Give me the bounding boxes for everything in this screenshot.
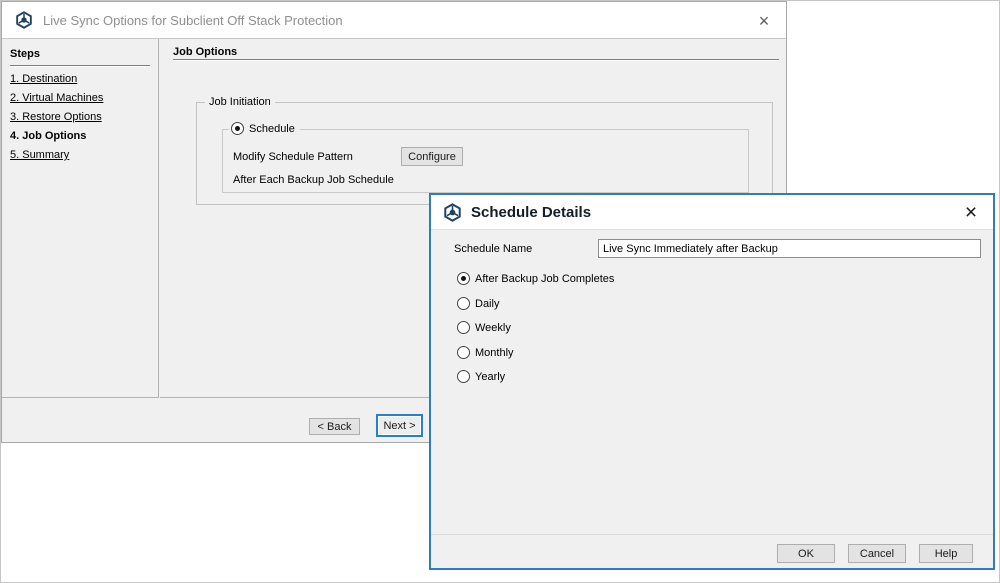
page-title: Job Options bbox=[173, 46, 238, 58]
footer-separator bbox=[431, 534, 993, 535]
schedule-details-titlebar: Schedule Details × bbox=[431, 195, 993, 230]
after-each-backup-schedule-label: After Each Backup Job Schedule bbox=[233, 174, 394, 186]
schedule-radio-option[interactable]: Schedule bbox=[229, 122, 300, 135]
radio-indicator bbox=[457, 346, 470, 359]
live-sync-close-button[interactable]: × bbox=[750, 9, 778, 32]
radio-daily[interactable]: Daily bbox=[457, 296, 499, 311]
sidebar-item-virtual-machines[interactable]: 2. Virtual Machines bbox=[10, 91, 150, 105]
steps-header-rule bbox=[10, 65, 150, 66]
configure-button[interactable]: Configure bbox=[401, 147, 463, 166]
schedule-details-footer: OK Cancel Help bbox=[777, 544, 973, 564]
schedule-details-close-button[interactable]: × bbox=[957, 201, 985, 224]
radio-monthly[interactable]: Monthly bbox=[457, 345, 514, 360]
ok-button[interactable]: OK bbox=[777, 544, 835, 563]
radio-yearly[interactable]: Yearly bbox=[457, 369, 505, 384]
help-button[interactable]: Help bbox=[919, 544, 973, 563]
job-initiation-groupbox: Job Initiation Schedule Modify Schedule … bbox=[196, 97, 773, 205]
next-button[interactable]: Next > bbox=[376, 414, 423, 437]
radio-label: Daily bbox=[475, 297, 500, 310]
radio-indicator bbox=[457, 321, 470, 334]
sidebar-item-restore-options[interactable]: 3. Restore Options bbox=[10, 110, 150, 124]
steps-header: Steps bbox=[10, 48, 40, 60]
radio-label: Weekly bbox=[475, 321, 511, 334]
schedule-details-dialog: Schedule Details × Schedule Name After B… bbox=[429, 193, 995, 570]
live-sync-window-title: Live Sync Options for Subclient Off Stac… bbox=[43, 12, 343, 28]
sidebar-item-destination[interactable]: 1. Destination bbox=[10, 72, 150, 86]
cancel-button[interactable]: Cancel bbox=[848, 544, 906, 563]
commvault-logo-icon bbox=[16, 11, 32, 29]
page-title-rule bbox=[173, 59, 779, 60]
close-icon: × bbox=[964, 201, 978, 224]
live-sync-titlebar: Live Sync Options for Subclient Off Stac… bbox=[2, 2, 786, 39]
radio-weekly[interactable]: Weekly bbox=[457, 320, 511, 335]
steps-sidebar: Steps 1. Destination 2. Virtual Machines… bbox=[2, 39, 159, 398]
radio-label: Yearly bbox=[475, 370, 506, 383]
commvault-logo-icon bbox=[444, 202, 461, 222]
job-initiation-label: Job Initiation bbox=[205, 97, 275, 108]
screen: Live Sync Options for Subclient Off Stac… bbox=[0, 0, 1000, 583]
schedule-groupbox: Schedule Modify Schedule Pattern Configu… bbox=[222, 122, 749, 193]
radio-indicator bbox=[457, 297, 470, 310]
schedule-name-input[interactable] bbox=[598, 239, 981, 258]
radio-indicator bbox=[457, 370, 470, 383]
radio-indicator bbox=[457, 272, 470, 285]
modify-schedule-pattern-label: Modify Schedule Pattern bbox=[233, 151, 353, 163]
radio-after-backup-job-completes[interactable]: After Backup Job Completes bbox=[457, 271, 614, 286]
schedule-radio-label: Schedule bbox=[249, 122, 295, 135]
sidebar-item-job-options: 4. Job Options bbox=[10, 130, 87, 142]
schedule-details-window-title: Schedule Details bbox=[471, 203, 592, 221]
close-icon: × bbox=[758, 10, 770, 31]
schedule-name-label: Schedule Name bbox=[454, 243, 533, 255]
sidebar-item-summary[interactable]: 5. Summary bbox=[10, 148, 150, 162]
radio-label: Monthly bbox=[475, 346, 514, 359]
radio-label: After Backup Job Completes bbox=[475, 272, 615, 285]
schedule-radio-indicator bbox=[231, 122, 244, 135]
back-button[interactable]: < Back bbox=[309, 418, 360, 435]
